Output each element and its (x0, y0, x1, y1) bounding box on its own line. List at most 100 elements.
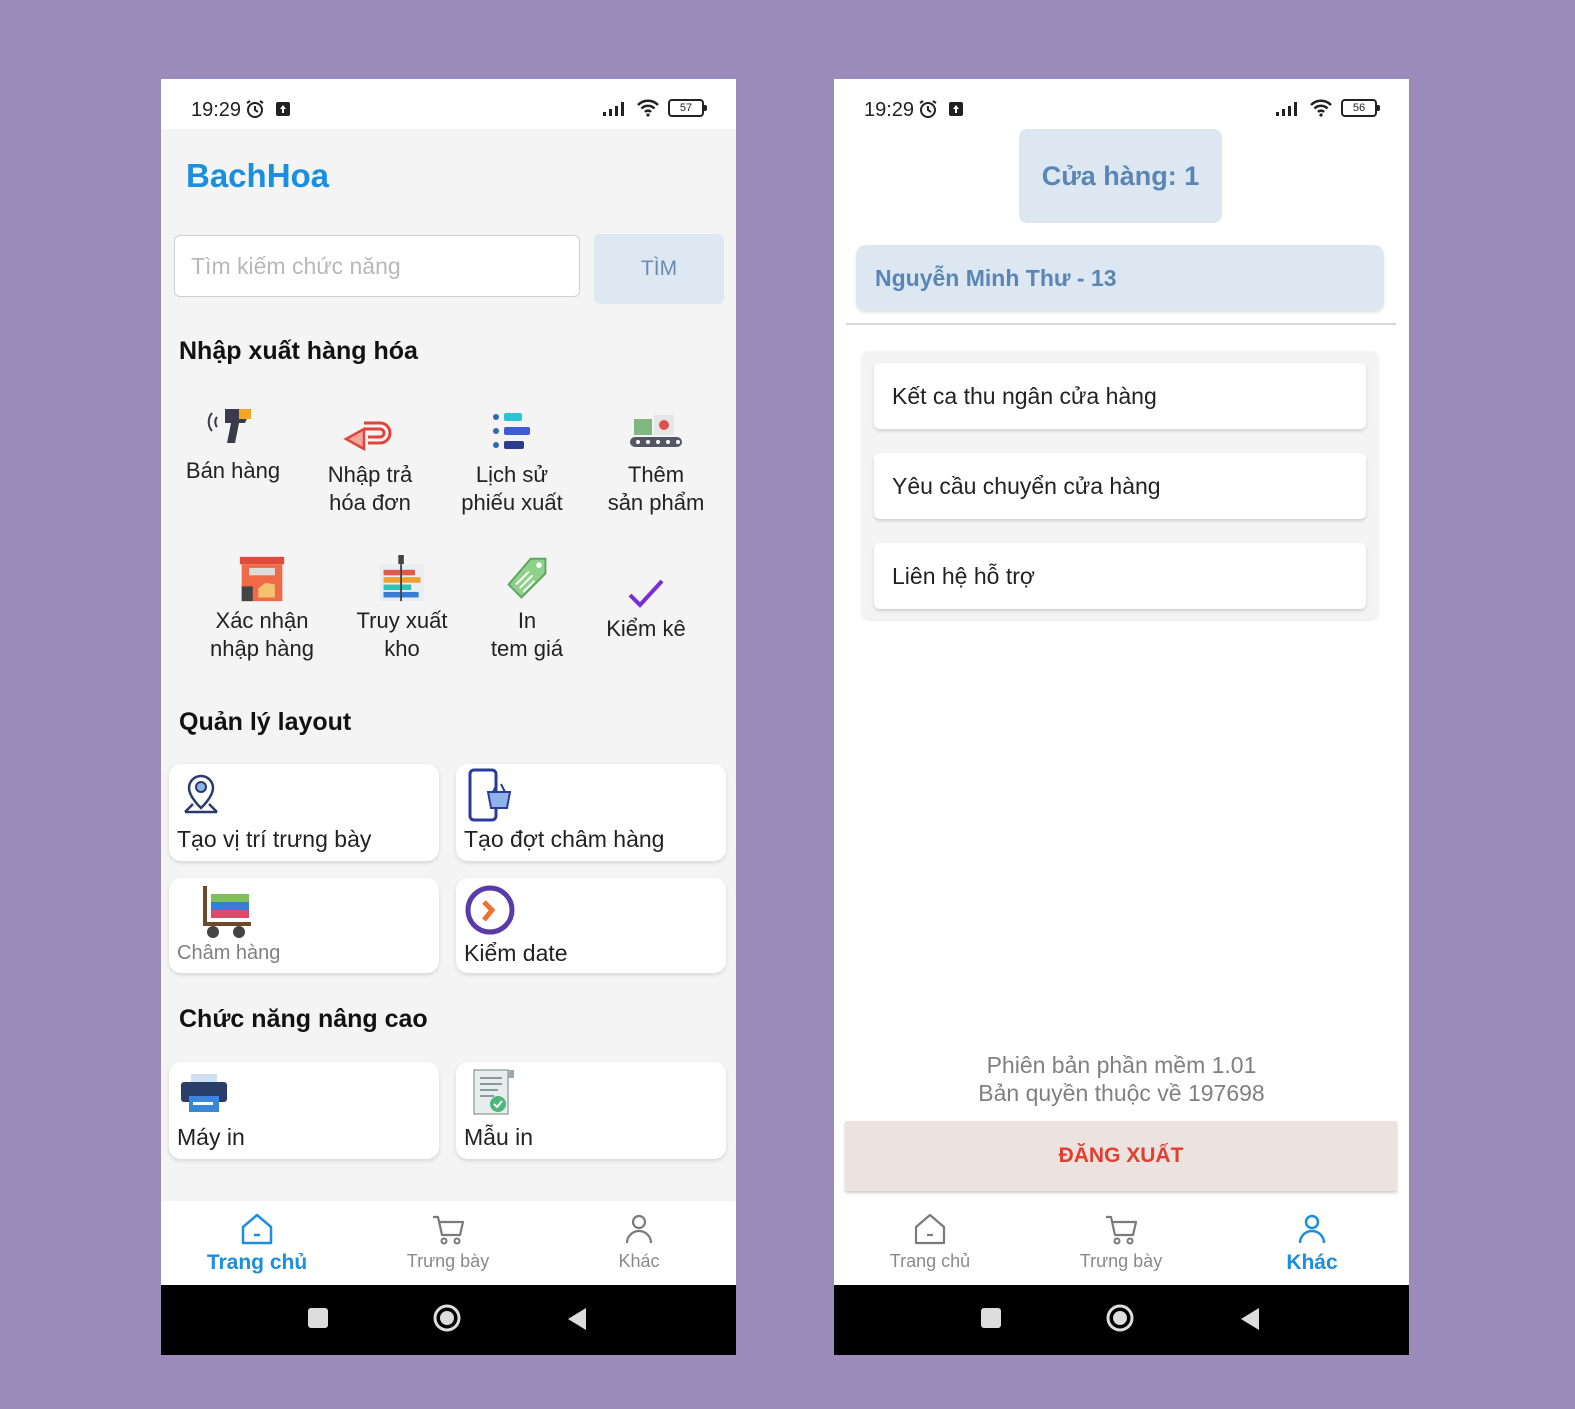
bottom-nav: Trang chủ Trưng bày Khác (834, 1201, 1409, 1285)
nav-trang-chu[interactable]: Trang chủ (177, 1209, 337, 1275)
wifi-icon (1310, 99, 1332, 117)
status-time: 19:29 (864, 99, 915, 121)
menu-item-label: Nhập trả hóa đơn (327, 462, 413, 515)
nav-khac[interactable]: Khác (559, 1209, 719, 1272)
section-title-layout: Quản lý layout (179, 708, 352, 736)
bottom-nav: Trang chủ Trưng bày Khác (161, 1201, 736, 1285)
checkmark-icon (628, 579, 664, 608)
nav-khac[interactable]: Khác (1232, 1209, 1392, 1275)
menu-item-label: Lịch sử phiếu xuất (461, 462, 563, 515)
warehouse-icon (239, 556, 285, 602)
menu-item-label: Kiểm kê (606, 616, 686, 641)
card-tao-dot-cham-hang[interactable]: Tạo đợt châm hàng (456, 764, 726, 861)
user-icon (1298, 1214, 1326, 1244)
price-tag-icon (507, 557, 547, 599)
nav-label: Khác (1286, 1251, 1338, 1274)
menu-item-label: Truy xuất kho (356, 608, 448, 661)
card-cham-hang[interactable]: Châm hàng (169, 878, 439, 973)
card-tao-vi-tri-trung-bay[interactable]: Tạo vị trí trưng bày (169, 764, 439, 861)
signal-icon (1276, 102, 1297, 116)
menu-item-them-san-pham[interactable]: Thêm sản phẩm (586, 409, 726, 517)
clock-icon (465, 885, 515, 935)
card-label: Máy in (177, 1124, 245, 1150)
menu-item-ban-hang[interactable]: Bán hàng (163, 405, 303, 485)
card-may-in[interactable]: Máy in (169, 1062, 439, 1159)
alarm-icon (246, 100, 264, 118)
home-circle-icon[interactable] (1105, 1303, 1135, 1333)
card-mau-in[interactable]: Mẫu in (456, 1062, 726, 1159)
user-label[interactable]: Nguyễn Minh Thư - 13 (856, 245, 1384, 311)
wifi-icon (637, 99, 659, 117)
other-menu-panel: Kết ca thu ngân cửa hàng Yêu cầu chuyển … (862, 351, 1378, 619)
menu-item-lich-su-phieu-xuat[interactable]: Lịch sử phiếu xuất (442, 409, 582, 517)
cart-icon (1106, 1215, 1138, 1245)
home-icon (241, 1213, 273, 1245)
card-label: Tạo đợt châm hàng (464, 826, 665, 852)
store-label[interactable]: Cửa hàng: 1 (1019, 129, 1222, 223)
section-title-advanced: Chức năng nâng cao (179, 1005, 428, 1033)
menu-item-truy-xuat-kho[interactable]: Truy xuất kho (332, 555, 472, 663)
status-bar: 19:29 56 (834, 79, 1409, 129)
barcode-scanner-icon (207, 409, 251, 443)
back-icon[interactable] (1239, 1307, 1261, 1331)
menu-item-label: Bán hàng (185, 458, 281, 483)
shelf-icon (379, 555, 425, 602)
menu-item-label: Thêm sản phẩm (607, 462, 705, 515)
phone-basket-icon (468, 768, 512, 822)
battery-indicator: 57 (668, 99, 707, 117)
card-kiem-date[interactable]: Kiểm date (456, 878, 726, 973)
nav-label: Trưng bày (1079, 1251, 1163, 1271)
recents-icon[interactable] (980, 1307, 1002, 1329)
search-input[interactable] (174, 235, 580, 297)
map-pin-user-icon (184, 774, 218, 814)
card-label: Kiểm date (464, 940, 568, 966)
conveyor-icon (630, 415, 682, 447)
nav-label: Khác (618, 1251, 660, 1271)
card-label: Mẫu in (464, 1124, 534, 1150)
other-screen: 19:29 56 Cửa hàng: 1 Nguyễn Minh Thư - 1… (834, 79, 1409, 1355)
home-circle-icon[interactable] (432, 1303, 462, 1333)
menu-item-lien-he-ho-tro[interactable]: Liên hệ hỗ trợ (874, 543, 1366, 609)
divider (846, 323, 1396, 325)
battery-indicator: 56 (1341, 99, 1380, 117)
back-icon[interactable] (566, 1307, 588, 1331)
return-arrow-icon (343, 421, 392, 452)
menu-item-ket-ca[interactable]: Kết ca thu ngân cửa hàng (874, 363, 1366, 429)
home-icon (914, 1213, 946, 1245)
history-list-icon (493, 413, 530, 449)
copyright-line: Bản quyền thuộc về 197698 (978, 1080, 1265, 1106)
logout-button[interactable]: ĐĂNG XUẤT (845, 1121, 1397, 1191)
menu-item-label: Xác nhận nhập hàng (210, 608, 314, 661)
status-bar: 19:29 57 (161, 79, 736, 129)
printer-icon (181, 1074, 227, 1112)
version-info: Phiên bản phần mềm 1.01 Bản quyền thuộc … (834, 1051, 1409, 1107)
nav-label: Trang chủ (206, 1251, 308, 1274)
nav-trung-bay[interactable]: Trưng bày (1041, 1209, 1201, 1272)
signal-icon (603, 102, 624, 116)
upload-notification-icon (276, 102, 290, 116)
nav-trung-bay[interactable]: Trưng bày (368, 1209, 528, 1272)
hand-truck-icon (203, 886, 251, 938)
android-nav-bar (834, 1285, 1409, 1355)
nav-label: Trưng bày (406, 1251, 490, 1271)
alarm-icon (919, 100, 937, 118)
cart-icon (433, 1215, 465, 1245)
section-title-import-export: Nhập xuất hàng hóa (179, 337, 418, 365)
card-label: Tạo vị trí trưng bày (177, 826, 372, 852)
upload-notification-icon (949, 102, 963, 116)
version-line: Phiên bản phần mềm 1.01 (986, 1052, 1257, 1078)
search-button[interactable]: TÌM (594, 234, 724, 304)
home-screen: 19:29 57 BachHoa TÌM Nhập xuất hàng hóa … (161, 79, 736, 1355)
menu-item-xac-nhan-nhap-hang[interactable]: Xác nhận nhập hàng (192, 555, 332, 663)
menu-item-chuyen-cua-hang[interactable]: Yêu cầu chuyển cửa hàng (874, 453, 1366, 519)
recents-icon[interactable] (307, 1307, 329, 1329)
app-title: BachHoa (186, 157, 330, 194)
menu-item-nhap-tra-hoa-don[interactable]: Nhập trả hóa đơn (300, 409, 440, 517)
menu-item-kiem-ke[interactable]: Kiểm kê (576, 577, 716, 643)
receipt-template-icon (473, 1069, 514, 1115)
nav-label: Trang chủ (889, 1251, 971, 1271)
nav-trang-chu[interactable]: Trang chủ (850, 1209, 1010, 1272)
android-nav-bar (161, 1285, 736, 1355)
user-icon (625, 1214, 653, 1244)
card-label: Châm hàng (177, 942, 281, 964)
